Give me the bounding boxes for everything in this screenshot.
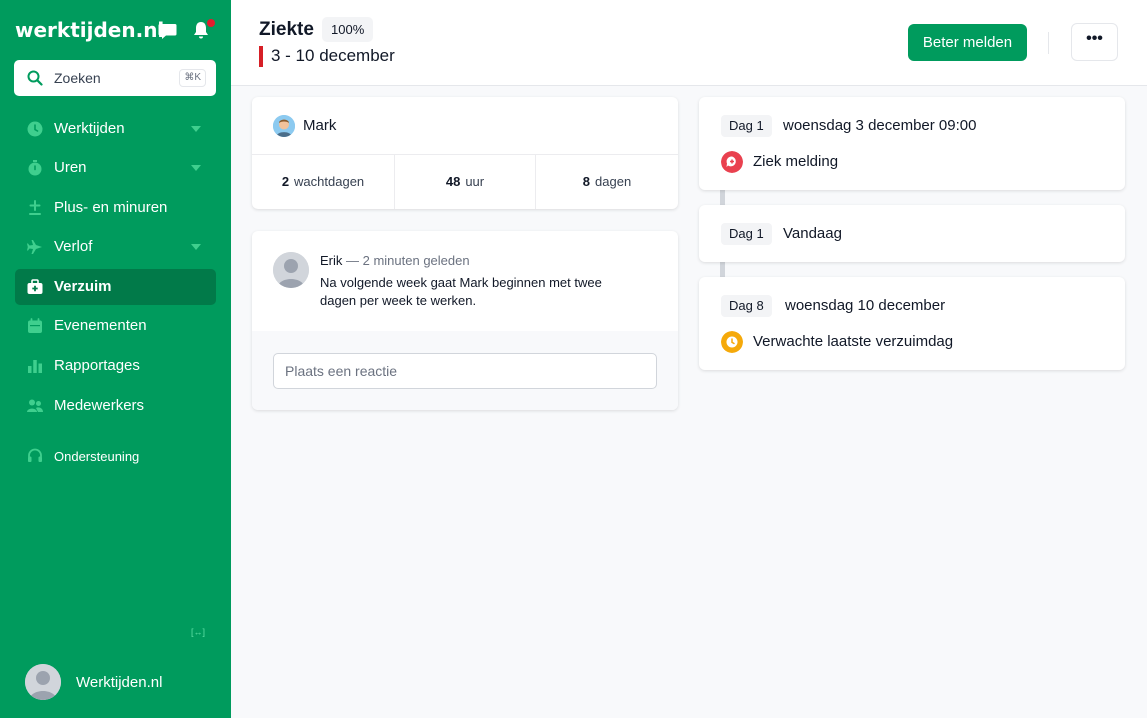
- employee-card: Mark 2 wachtdagen 48 uur 8 dagen: [252, 97, 678, 209]
- users-icon: [27, 399, 43, 412]
- calendar-icon: [28, 318, 42, 333]
- employee-name: Mark: [303, 117, 337, 134]
- sidebar-item-verlof[interactable]: Verlof: [15, 229, 216, 265]
- notification-dot: [207, 19, 215, 27]
- clock-icon: [721, 331, 743, 353]
- absence-stats: 2 wachtdagen 48 uur 8 dagen: [252, 155, 678, 209]
- page-title: Ziekte: [259, 19, 314, 40]
- sidebar-item-label: Verlof: [54, 238, 93, 255]
- timeline-connector: [720, 262, 725, 277]
- sidebar-item-ondersteuning[interactable]: Ondersteuning: [15, 438, 216, 474]
- comment-meta: Erik — 2 minuten geleden: [320, 253, 470, 268]
- timeline-connector: [720, 190, 725, 205]
- airplane-icon: [27, 240, 42, 254]
- day-badge: Dag 1: [721, 223, 772, 245]
- sidebar-item-uren[interactable]: Uren: [15, 150, 216, 186]
- timeline-event-label: Ziek melding: [753, 153, 839, 170]
- sidebar-item-label: Rapportages: [54, 357, 140, 374]
- comment-card: Erik — 2 minuten geleden Na volgende wee…: [252, 231, 678, 410]
- search-icon: [27, 70, 43, 86]
- report-recovered-button[interactable]: Beter melden: [908, 24, 1027, 61]
- stat-days: 8 dagen: [536, 155, 678, 209]
- stopwatch-icon: [28, 160, 42, 176]
- comment-text: Na volgende week gaat Mark beginnen met …: [320, 275, 602, 308]
- reply-area: [252, 331, 678, 410]
- search-shortcut: ⌘K: [179, 69, 206, 87]
- sidebar: werktijden.nl Zoeken ⌘K Werktijden Uren …: [0, 0, 231, 718]
- timeline-entry-today: Dag 1 Vandaag: [699, 205, 1125, 262]
- comment-author: Erik: [320, 253, 343, 268]
- sidebar-item-label: Werktijden: [54, 120, 125, 137]
- stat-value: 8: [582, 174, 591, 189]
- sidebar-item-label: Evenementen: [54, 317, 147, 334]
- stat-unit: uur: [465, 174, 485, 189]
- comment-time: — 2 minuten geleden: [346, 253, 470, 268]
- sidebar-item-label: Uren: [54, 159, 87, 176]
- sidebar-top-bar: werktijden.nl: [15, 18, 215, 44]
- stat-value: 2: [281, 174, 290, 189]
- search-label: Zoeken: [54, 70, 101, 86]
- day-badge: Dag 1: [721, 115, 772, 137]
- stat-hours: 48 uur: [394, 155, 536, 209]
- reply-input[interactable]: [273, 353, 657, 389]
- percentage-badge: 100%: [322, 17, 374, 42]
- timeline-entry-sick-report: Dag 1 woensdag 3 december 09:00 Ziek mel…: [699, 97, 1125, 190]
- user-name: Werktijden.nl: [76, 674, 163, 691]
- stat-waiting-days: 2 wachtdagen: [252, 155, 394, 209]
- avatar: [273, 115, 295, 137]
- timeline-heading: Vandaag: [783, 225, 842, 242]
- timeline-entry-expected-end: Dag 8 woensdag 10 december Verwachte laa…: [699, 277, 1125, 370]
- avatar: [25, 664, 61, 700]
- page-header: Ziekte 100% 3 - 10 december Beter melden…: [231, 0, 1147, 86]
- chevron-down-icon[interactable]: [191, 126, 201, 132]
- stat-unit: wachtdagen: [294, 174, 365, 189]
- sidebar-item-rapportages[interactable]: Rapportages: [15, 348, 216, 384]
- chevron-down-icon[interactable]: [191, 165, 201, 171]
- bar-chart-icon: [28, 360, 42, 373]
- avatar: [273, 252, 309, 288]
- day-badge: Dag 8: [721, 295, 772, 317]
- app-logo[interactable]: werktijden.nl: [15, 18, 164, 42]
- sidebar-item-medewerkers[interactable]: Medewerkers: [15, 388, 216, 424]
- sidebar-item-verzuim[interactable]: Verzuim: [15, 269, 216, 305]
- header-divider: [1048, 32, 1049, 54]
- chat-icon[interactable]: [158, 23, 177, 40]
- date-range: 3 - 10 december: [271, 46, 395, 65]
- stat-value: 48: [445, 174, 461, 189]
- plus-minus-icon: [29, 200, 41, 215]
- clock-icon: [27, 121, 43, 137]
- employee-row[interactable]: Mark: [252, 97, 678, 155]
- search-button[interactable]: Zoeken ⌘K: [14, 60, 216, 96]
- more-options-button[interactable]: •••: [1071, 23, 1118, 61]
- timeline-heading: woensdag 10 december: [785, 297, 946, 314]
- sidebar-item-evenementen[interactable]: Evenementen: [15, 308, 216, 344]
- collapse-sidebar-icon[interactable]: [↔]: [191, 627, 205, 637]
- timeline-heading: woensdag 3 december 09:00: [783, 117, 977, 134]
- sidebar-item-label: Verzuim: [54, 278, 112, 295]
- sick-report-icon: [721, 151, 743, 173]
- current-user[interactable]: Werktijden.nl: [25, 664, 215, 700]
- sidebar-item-label: Ondersteuning: [54, 449, 140, 464]
- sidebar-item-label: Medewerkers: [54, 397, 145, 414]
- sidebar-item-label: Plus- en minuren: [54, 199, 168, 216]
- more-icon: •••: [1086, 30, 1103, 47]
- medical-kit-icon: [27, 279, 43, 294]
- sidebar-item-werktijden[interactable]: Werktijden: [15, 111, 216, 147]
- stat-unit: dagen: [595, 174, 632, 189]
- sidebar-item-plus-minuren[interactable]: Plus- en minuren: [15, 190, 216, 226]
- headset-icon: [28, 448, 42, 462]
- timeline-event-label: Verwachte laatste verzuimdag: [753, 333, 954, 350]
- chevron-down-icon[interactable]: [191, 244, 201, 250]
- status-indicator-bar: [259, 46, 263, 67]
